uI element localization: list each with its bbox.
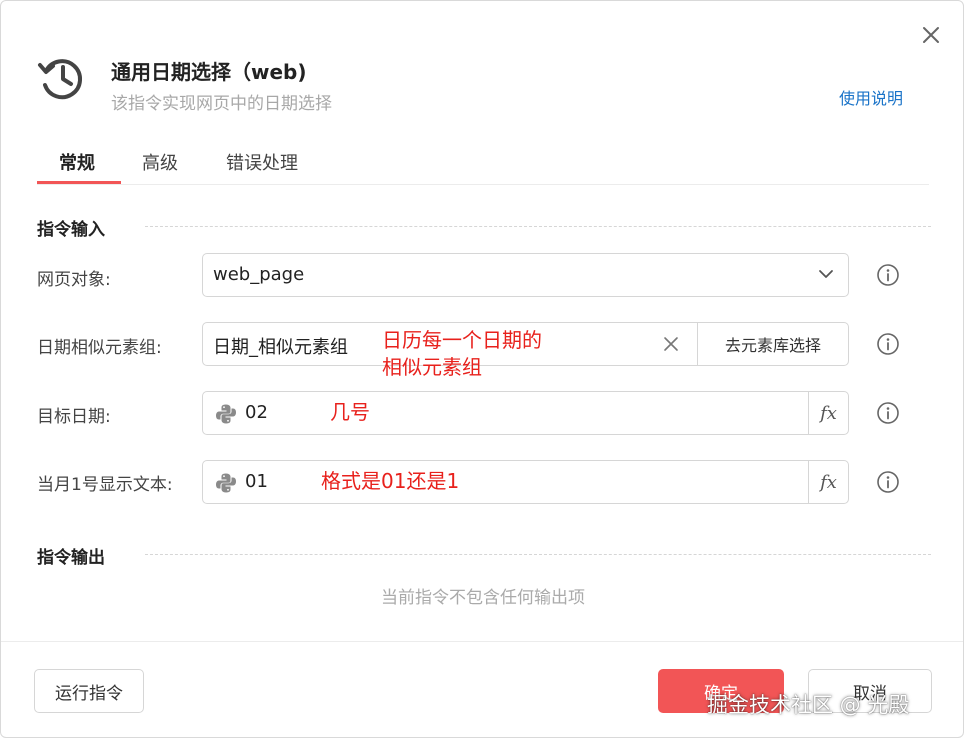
active-tab-indicator — [37, 181, 121, 184]
annotation-target-date: 几号 — [330, 400, 370, 424]
run-command-button[interactable]: 运行指令 — [34, 669, 144, 713]
watermark: 掘金技术社区 @ 光殿 — [707, 693, 910, 717]
element-group-value: 日期_相似元素组 — [213, 337, 348, 358]
clear-icon[interactable] — [661, 334, 681, 354]
target-date-value: 02 — [245, 402, 268, 423]
field-label-target-date: 目标日期: — [37, 407, 111, 427]
tab-error-handling[interactable]: 错误处理 — [226, 149, 298, 175]
annotation-first-day-text: 格式是01还是1 — [321, 469, 460, 493]
tab-general[interactable]: 常规 — [59, 149, 95, 175]
first-day-text-value: 01 — [245, 471, 268, 492]
tab-bar: 常规 高级 错误处理 — [37, 141, 929, 185]
empty-output-text: 当前指令不包含任何输出项 — [381, 588, 585, 608]
field-label-web-page: 网页对象: — [37, 270, 111, 290]
command-dialog: 通用日期选择（web) 该指令实现网页中的日期选择 使用说明 常规 高级 错误处… — [0, 0, 964, 738]
footer-divider — [1, 641, 963, 642]
tab-advanced[interactable]: 高级 — [142, 149, 178, 175]
fx-button[interactable]: fx — [808, 392, 848, 434]
output-section-title: 指令输出 — [37, 548, 105, 568]
first-day-text-field[interactable]: 01 fx — [202, 460, 849, 504]
python-icon — [216, 473, 236, 493]
fx-button[interactable]: fx — [808, 461, 848, 503]
close-icon — [923, 27, 939, 43]
web-page-value: web_page — [213, 264, 305, 285]
history-icon — [38, 59, 82, 100]
python-icon — [216, 404, 236, 424]
dialog-title: 通用日期选择（web) — [111, 60, 307, 84]
web-page-select[interactable]: web_page — [202, 253, 849, 297]
info-icon[interactable] — [876, 332, 900, 356]
dialog-subtitle: 该指令实现网页中的日期选择 — [111, 94, 332, 114]
info-icon[interactable] — [876, 401, 900, 425]
field-label-element-group: 日期相似元素组: — [37, 338, 162, 358]
input-section-title: 指令输入 — [37, 220, 105, 240]
select-from-library-button[interactable]: 去元素库选择 — [697, 323, 848, 365]
chevron-down-icon — [819, 270, 833, 278]
section-divider — [145, 554, 931, 555]
target-date-field[interactable]: 02 fx — [202, 391, 849, 435]
annotation-element-group: 日历每一个日期的 相似元素组 — [382, 328, 542, 379]
section-divider — [145, 226, 931, 227]
info-icon[interactable] — [876, 470, 900, 494]
close-button[interactable] — [917, 21, 945, 49]
help-link[interactable]: 使用说明 — [839, 85, 903, 109]
field-label-first-day-text: 当月1号显示文本: — [37, 475, 173, 495]
info-icon[interactable] — [876, 263, 900, 287]
